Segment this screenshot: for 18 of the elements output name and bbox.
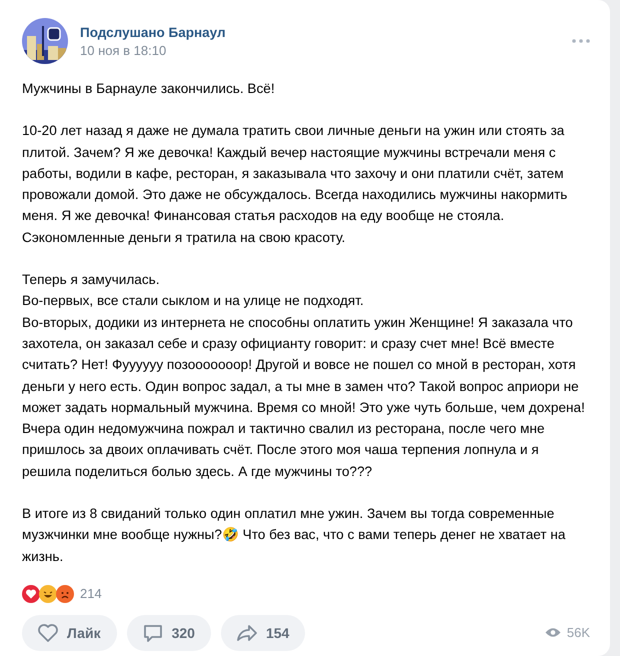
share-button[interactable]: 154	[220, 614, 306, 651]
laugh-reaction-icon	[39, 584, 57, 603]
post-text: Во-вторых, додики из интернета не способны оплатить ужин Женщине! Я заказала что захотела, он заказал себе и сразу официанту говорит: и сразу счет мне! Всё вместе считать? Нет! Фуууууу позооооооор! Другой и вовсе не пошел со мной в ресторан, хотя деньги у него есть. Один вопрос задал, а ты мне в замен что? Такой вопрос априори не может задать нормальный мужчина. Время со мной! Это уже чуть больше, чем дохрена! Вчера один недомужчина пожрал и тактично свалил из ресторана, после чего мне пришлось за двоих оплачивать счёт. После этого моя чаша терпения лопнула и я решила поделиться болью здесь. А где мужчины то???	[22, 314, 586, 481]
post-text: Мужчины в Барнауле закончились. Всё!	[22, 80, 276, 98]
post-text: 10-20 лет назад я даже не думала тратить свои личные деньги на ужин или стоять за плитой. Зачем? Я же девочка! Каждый вечер настоящие мужчины встречали меня с работы, водили в кафе, ресторан, я заказывала что захочу и они платили счёт, затем провожали домой. Это даже не обсуждалось. Всегда находились мужчины накормить меня. Я же девочка! Финансовая статья расходов на еду вообще не стояла. Сэкономленные деньги я тратила на свою красоту.	[22, 122, 568, 247]
post-text: Во-первых, все стали сыклом и на улице не подходят.	[22, 292, 365, 310]
heart-reaction-icon	[22, 584, 40, 603]
post-text: В итоге из 8 свиданий только один оплатил мне ужин. Зачем вы тогда современные музжчинки мне вообще нужны?🤣 Что без вас, что с вами теперь денег не хватает на жизнь.	[22, 505, 566, 566]
avatar[interactable]	[22, 18, 68, 64]
view-count: 56K	[566, 625, 590, 640]
post-text: Теперь я замучилась.	[22, 271, 160, 290]
angry-reaction-icon	[56, 584, 74, 603]
post-date[interactable]: 10 ноя в 18:10	[80, 42, 560, 58]
reaction-count: 214	[80, 586, 102, 602]
author-name[interactable]: Подслушано Барнаул	[80, 24, 560, 40]
eye-icon	[544, 627, 561, 638]
comment-button[interactable]: 320	[126, 614, 211, 651]
like-button[interactable]: Лайк	[22, 614, 117, 651]
